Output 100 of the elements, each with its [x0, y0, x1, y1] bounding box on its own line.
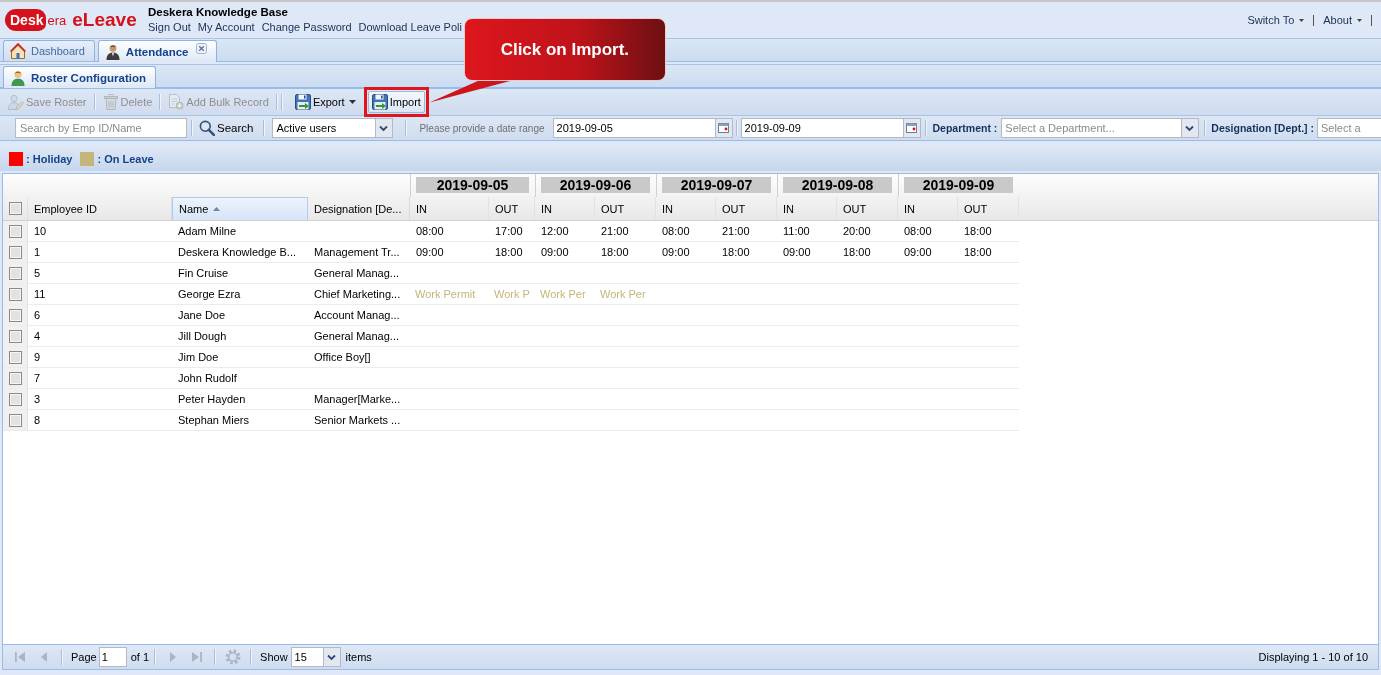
department-label: Department :	[932, 122, 998, 134]
time-cell-text: 09:00	[661, 245, 691, 260]
time-cell-text: 18:00	[963, 245, 993, 260]
time-cell-text: 08:00	[661, 224, 691, 239]
department-dropdown[interactable]: Select a Department...	[1001, 118, 1200, 138]
employee-id-cell-text: 1	[33, 245, 42, 260]
column-header[interactable]: Designation [De...	[308, 197, 410, 220]
date-header: 2019-09-05	[416, 177, 529, 193]
column-header: OUT	[837, 197, 898, 220]
page-number-field[interactable]: 1	[98, 647, 127, 667]
time-cell-text: 09:00	[782, 245, 812, 260]
start-date-field[interactable]: 2019-09-05	[552, 118, 733, 138]
employee-name-cell-text: Adam Milne	[177, 224, 238, 239]
employee-name-cell-text: Fin Cruise	[177, 266, 230, 281]
designation-dropdown[interactable]: Select a	[1316, 118, 1381, 138]
chevron-down-icon	[322, 648, 340, 666]
document-add-icon	[168, 94, 185, 110]
user-status-dropdown[interactable]: Active users	[272, 118, 394, 138]
date-header: 2019-09-09	[904, 177, 1013, 193]
time-cell-text: 21:00	[721, 224, 751, 239]
column-header: OUT	[595, 197, 656, 220]
row-checkbox[interactable]	[8, 392, 22, 406]
column-header: IN	[535, 197, 595, 220]
search-field[interactable]: Search by Emp ID/Name	[15, 118, 187, 138]
header-link[interactable]: My Account	[197, 20, 255, 34]
employee-name-cell-text: Jill Dough	[177, 329, 228, 344]
gear-icon[interactable]	[225, 649, 242, 665]
header-link[interactable]: Change Password	[261, 20, 352, 34]
legend-label: : On Leave	[97, 153, 154, 165]
row-checkbox[interactable]	[8, 413, 22, 427]
time-cell-text: 09:00	[903, 245, 933, 260]
employee-id-cell-text: 3	[33, 392, 42, 407]
row-checkbox[interactable]	[8, 266, 22, 280]
header-link[interactable]: Download Leave Poli	[358, 20, 462, 34]
person-pencil-icon	[8, 94, 24, 110]
callout-bubble: Click on Import.	[463, 18, 666, 81]
search-button[interactable]: Search	[197, 120, 256, 136]
product-name: eLeave	[72, 9, 137, 31]
designation-cell-text: Office Boy[]	[313, 350, 372, 365]
time-cell-text: 20:00	[842, 224, 872, 239]
page-label: Page	[71, 651, 97, 663]
time-cell-text: 11:00	[782, 224, 811, 239]
column-header[interactable]: Name	[172, 197, 308, 220]
sort-arrow-icon	[213, 207, 221, 211]
designation-cell-text: Senior Markets ...	[313, 413, 402, 428]
logo-text: era	[47, 12, 67, 28]
row-checkbox[interactable]	[8, 224, 22, 238]
time-cell-text: 18:00	[842, 245, 872, 260]
column-header: OUT	[489, 197, 535, 220]
time-cell-text: 18:00	[721, 245, 751, 260]
row-checkbox[interactable]	[8, 308, 22, 322]
employee-name-cell-text: Deskera Knowledge B...	[177, 245, 297, 260]
row-checkbox[interactable]	[8, 287, 22, 301]
logo-mark: Desk	[5, 9, 47, 31]
close-icon[interactable]	[196, 43, 208, 54]
employee-name-cell-text: George Ezra	[177, 287, 242, 302]
legend-label: : Holiday	[26, 153, 73, 165]
person-icon	[10, 69, 26, 86]
chevron-down-icon	[375, 119, 393, 137]
end-date-field[interactable]: 2019-09-09	[740, 118, 921, 138]
designation-cell-text: General Manag...	[313, 266, 400, 281]
import-button[interactable]: Import	[367, 91, 425, 113]
designation-cell-text: Account Manag...	[313, 308, 401, 323]
calendar-icon	[902, 119, 920, 137]
date-header: 2019-09-07	[662, 177, 771, 193]
select-all-checkbox[interactable]	[8, 202, 22, 215]
designation-cell-text: Chief Marketing...	[313, 287, 402, 302]
header-link[interactable]: Sign Out	[148, 20, 191, 34]
employee-name-cell-text: Stephan Miers	[177, 413, 250, 428]
tab[interactable]: Dashboard	[3, 40, 95, 61]
time-cell-text: 18:00	[494, 245, 524, 260]
house-icon	[10, 43, 26, 59]
tab[interactable]: Attendance	[97, 40, 218, 62]
employee-name-cell-text: Peter Hayden	[177, 392, 247, 407]
employee-id-cell-text: 5	[33, 266, 42, 281]
row-checkbox[interactable]	[8, 245, 22, 259]
leave-status-cell-text: Work Per	[539, 287, 587, 302]
caret-icon	[1299, 18, 1305, 22]
export-button[interactable]: Export	[290, 91, 360, 113]
site-title: Deskera Knowledge Base	[148, 5, 289, 20]
header-menu[interactable]: About	[1314, 14, 1372, 26]
page-size-dropdown[interactable]: 15	[290, 647, 341, 667]
time-cell-text: 18:00	[600, 245, 630, 260]
employee-id-cell-text: 8	[33, 413, 42, 428]
tab[interactable]: Roster Configuration	[3, 66, 156, 88]
column-header: IN	[410, 197, 489, 220]
time-cell-text: 09:00	[540, 245, 570, 260]
time-cell-text: 09:00	[415, 245, 445, 260]
row-checkbox[interactable]	[8, 371, 22, 385]
employee-id-cell-text: 7	[33, 371, 42, 386]
employee-name-cell-text: John Rudolf	[177, 371, 238, 386]
row-checkbox[interactable]	[8, 350, 22, 364]
time-cell-text: 08:00	[903, 224, 933, 239]
time-cell-text: 12:00	[540, 224, 570, 239]
header-menu[interactable]: Switch To	[1238, 14, 1315, 26]
person-icon	[104, 43, 121, 60]
row-checkbox[interactable]	[8, 329, 22, 343]
chevron-down-icon	[1181, 119, 1199, 137]
employee-name-cell-text: Jim Doe	[177, 350, 220, 365]
employee-id-cell-text: 10	[33, 224, 48, 239]
